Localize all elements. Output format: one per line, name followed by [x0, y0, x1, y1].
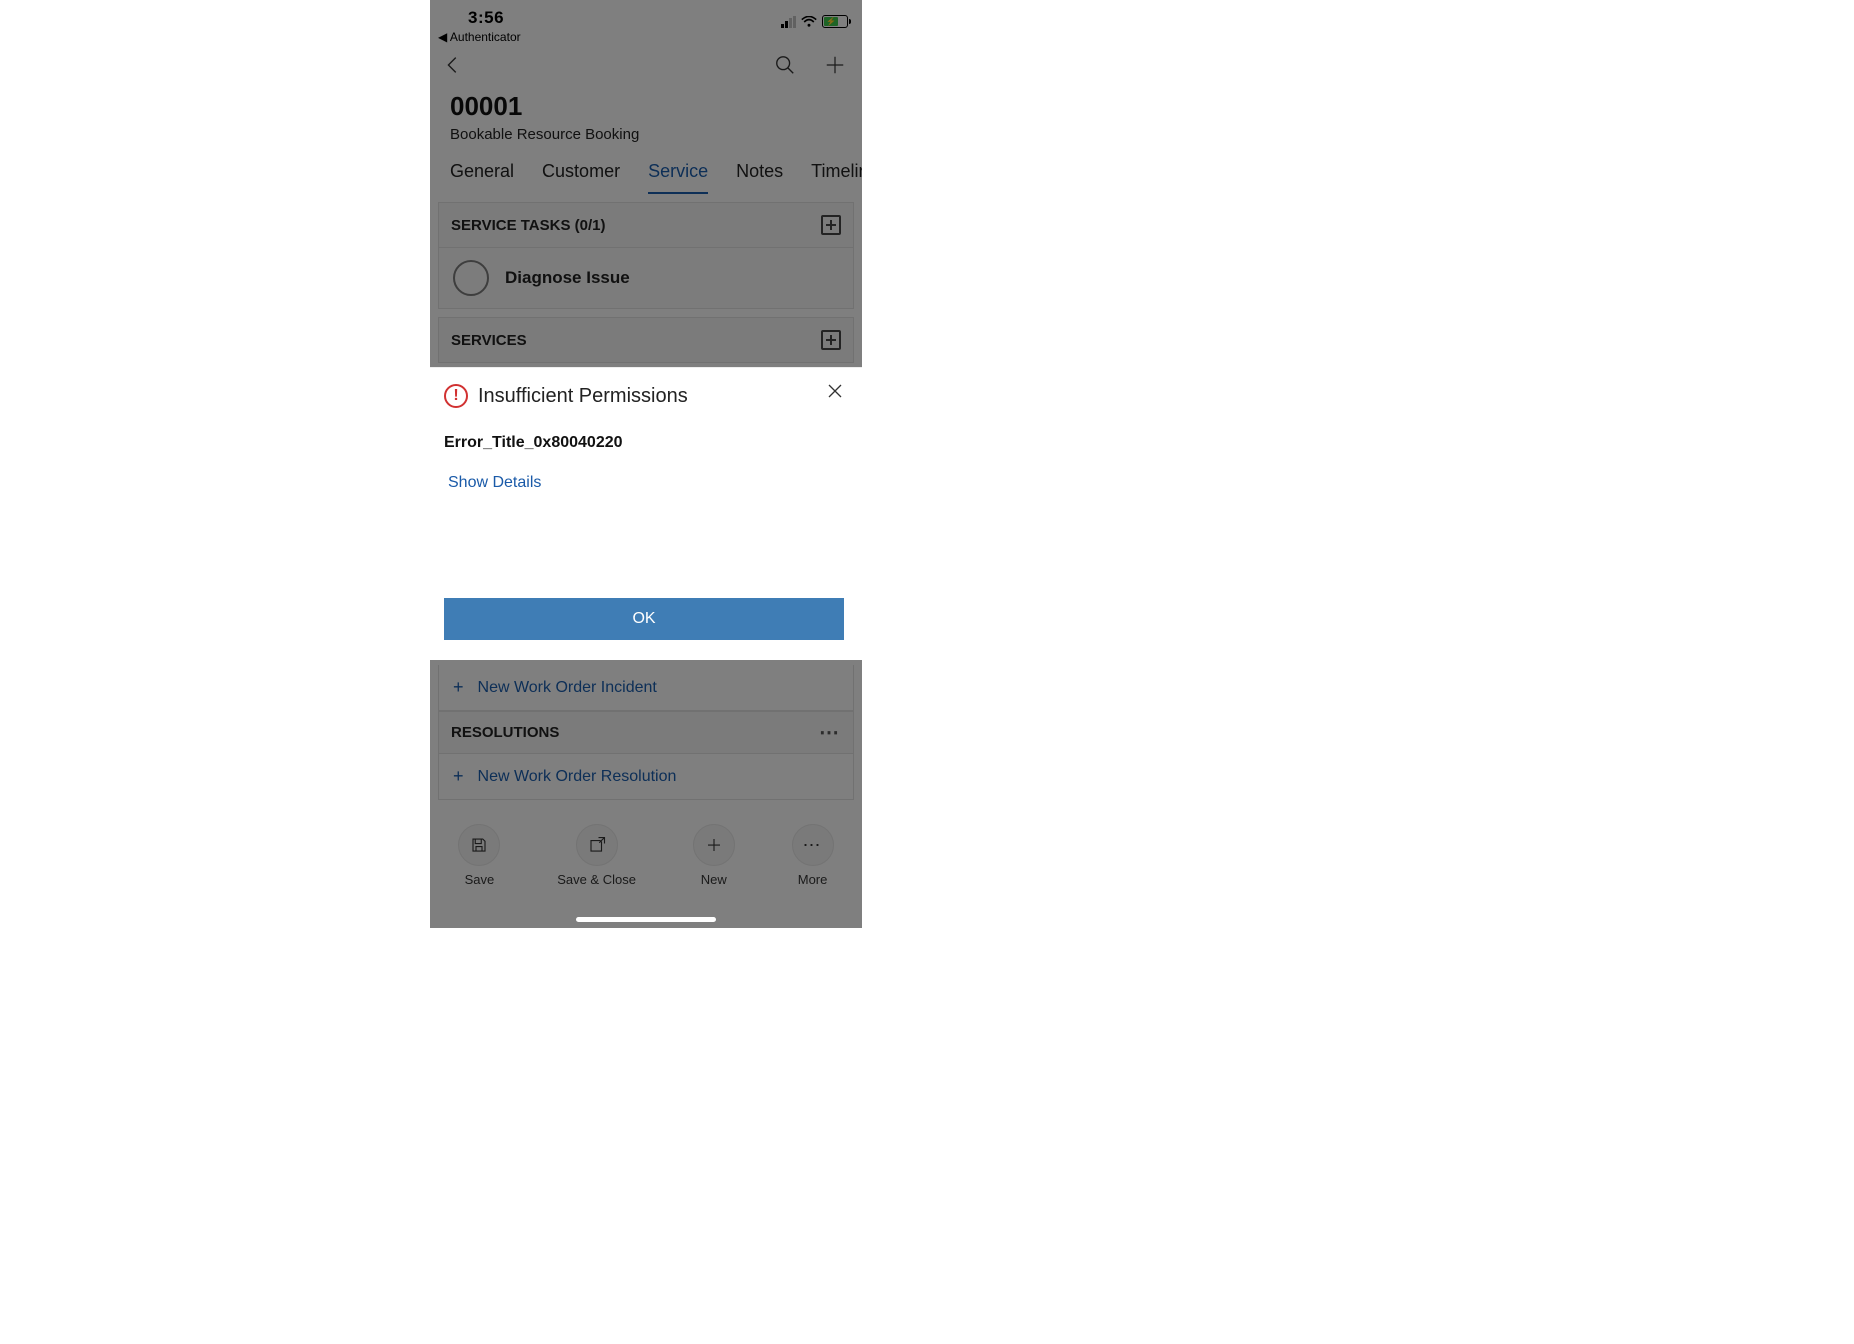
save-close-icon — [588, 836, 606, 854]
service-tasks-title: SERVICE TASKS (0/1) — [451, 217, 605, 234]
back-button[interactable] — [442, 54, 464, 81]
battery-icon — [822, 15, 848, 28]
error-icon: ! — [444, 384, 468, 408]
resolutions-header[interactable]: RESOLUTIONS ⋯ — [438, 711, 854, 754]
new-button[interactable]: New — [693, 824, 735, 887]
tab-general[interactable]: General — [450, 161, 514, 194]
lower-sections: + New Work Order Incident RESOLUTIONS ⋯ … — [438, 665, 854, 800]
new-work-order-incident[interactable]: + New Work Order Incident — [438, 665, 854, 711]
phone-screen: 3:56 ◀ Authenticator 00001 Bookable Reso… — [430, 0, 862, 928]
ok-button[interactable]: OK — [444, 598, 844, 640]
plus-icon — [705, 836, 723, 854]
wifi-icon — [801, 16, 817, 28]
plus-icon: + — [453, 677, 464, 698]
more-icon: ⋯ — [803, 835, 823, 856]
save-icon — [470, 836, 488, 854]
save-close-label: Save & Close — [557, 872, 636, 887]
status-icons — [781, 15, 848, 28]
tab-notes[interactable]: Notes — [736, 161, 783, 194]
nav-bar — [430, 44, 862, 87]
save-label: Save — [465, 872, 495, 887]
home-indicator[interactable] — [576, 917, 716, 922]
task-checkbox[interactable] — [453, 260, 489, 296]
task-row[interactable]: Diagnose Issue — [438, 248, 854, 309]
add-grid-icon[interactable] — [821, 215, 841, 235]
tab-customer[interactable]: Customer — [542, 161, 620, 194]
more-button[interactable]: ⋯ More — [792, 824, 834, 887]
search-icon — [774, 54, 796, 76]
plus-icon — [824, 54, 846, 76]
show-details-link[interactable]: Show Details — [448, 474, 844, 492]
status-bar: 3:56 — [430, 0, 862, 28]
command-bar: Save Save & Close New ⋯ More — [430, 810, 862, 928]
add-grid-icon[interactable] — [821, 330, 841, 350]
plus-icon: + — [453, 766, 464, 787]
chevron-left-icon — [442, 54, 464, 76]
services-title: SERVICES — [451, 332, 527, 349]
search-button[interactable] — [774, 54, 796, 81]
add-button[interactable] — [824, 54, 846, 81]
cellular-signal-icon — [781, 16, 796, 28]
close-icon — [828, 384, 842, 398]
service-tasks-header[interactable]: SERVICE TASKS (0/1) — [438, 202, 854, 248]
entity-name: Bookable Resource Booking — [450, 126, 842, 143]
tab-strip: General Customer Service Notes Timeline — [430, 153, 862, 194]
link-label: New Work Order Resolution — [478, 768, 677, 786]
new-work-order-resolution[interactable]: + New Work Order Resolution — [438, 754, 854, 800]
task-label: Diagnose Issue — [505, 268, 630, 288]
record-header: 00001 Bookable Resource Booking — [430, 87, 862, 153]
back-to-authenticator[interactable]: ◀ Authenticator — [430, 30, 862, 44]
service-tasks-section: SERVICE TASKS (0/1) Diagnose Issue — [438, 202, 854, 309]
more-label: More — [798, 872, 828, 887]
tab-timeline[interactable]: Timeline — [811, 161, 862, 194]
link-label: New Work Order Incident — [478, 679, 657, 697]
resolutions-title: RESOLUTIONS — [451, 724, 559, 741]
record-id: 00001 — [450, 91, 842, 122]
new-label: New — [701, 872, 727, 887]
save-close-button[interactable]: Save & Close — [557, 824, 636, 887]
error-modal: ! Insufficient Permissions Error_Title_0… — [430, 367, 862, 660]
tab-service[interactable]: Service — [648, 161, 708, 194]
services-section: SERVICES — [438, 317, 854, 363]
modal-title: Insufficient Permissions — [478, 385, 688, 408]
error-code: Error_Title_0x80040220 — [444, 434, 844, 452]
save-button[interactable]: Save — [458, 824, 500, 887]
status-time: 3:56 — [468, 8, 504, 28]
services-header[interactable]: SERVICES — [438, 317, 854, 363]
close-button[interactable] — [828, 382, 842, 403]
